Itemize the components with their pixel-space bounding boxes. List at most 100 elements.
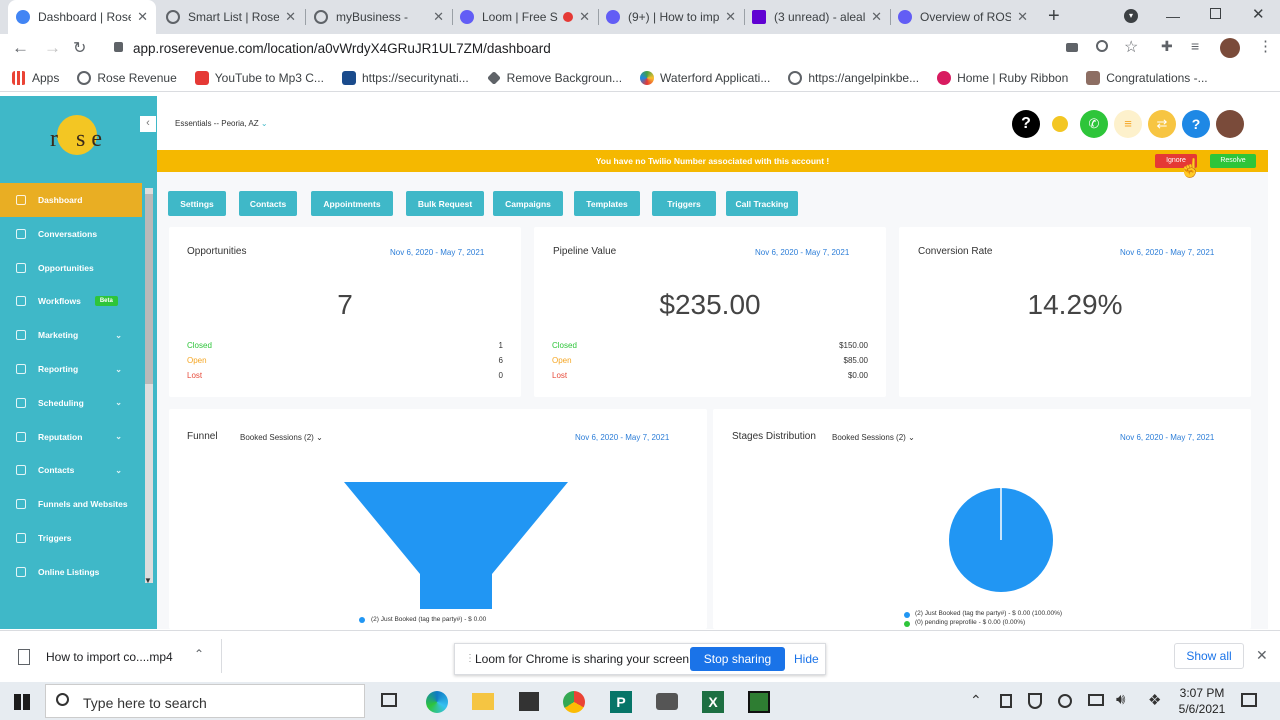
tab-mybusiness[interactable]: myBusiness - ✕	[306, 0, 452, 34]
rose-logo-icon[interactable]	[1046, 110, 1074, 138]
reload-icon[interactable]: ↻	[73, 38, 86, 58]
reading-list-icon[interactable]: ≡	[1191, 38, 1199, 54]
nav-button-campaigns[interactable]: Campaigns	[493, 191, 563, 216]
back-icon[interactable]: ←	[12, 38, 29, 58]
bookmark-remove-bg[interactable]: Remove Backgroun...	[486, 71, 622, 85]
nav-button-settings[interactable]: Settings	[168, 191, 226, 216]
sidebar-item-scheduling[interactable]: Scheduling ⌄	[0, 386, 142, 420]
bookmark-youtube-mp3[interactable]: YouTube to Mp3 C...	[194, 70, 324, 85]
windows-start-icon[interactable]	[14, 694, 30, 710]
extensions-icon[interactable]: ✚	[1161, 38, 1173, 55]
tab-how-to[interactable]: (9+) | How to imp ✕	[598, 0, 744, 34]
tab-smart-list[interactable]: Smart List | Rose I ✕	[158, 0, 304, 34]
sidebar-item-conversations[interactable]: Conversations	[0, 217, 142, 251]
volume-icon[interactable]: 🔊︎	[1116, 691, 1125, 708]
sidebar-item-reputation[interactable]: Reputation ⌄	[0, 420, 142, 454]
address-bar[interactable]: app.roserevenue.com/location/a0vWrdyX4GR…	[104, 38, 1054, 60]
file-explorer-icon[interactable]	[472, 693, 494, 710]
help-blue-icon[interactable]: ?	[1182, 110, 1210, 138]
close-download-bar-icon[interactable]: ✕	[1256, 647, 1268, 664]
close-tab-icon[interactable]: ✕	[285, 9, 296, 25]
zoom-icon[interactable]	[1096, 40, 1108, 52]
forward-icon[interactable]: →	[44, 38, 61, 58]
funnel-filter-dropdown[interactable]: Booked Sessions (2) ⌄	[240, 433, 323, 442]
tab-mail[interactable]: (3 unread) - aleal ✕	[744, 0, 890, 34]
close-window-icon[interactable]: ✕	[1252, 5, 1265, 23]
sidebar-item-online-listings[interactable]: Online Listings	[0, 555, 142, 589]
tab-dashboard[interactable]: Dashboard | Rose ✕	[8, 0, 156, 34]
close-tab-icon[interactable]: ✕	[579, 9, 590, 25]
sidebar-item-marketing[interactable]: Marketing ⌄	[0, 318, 142, 352]
sidebar-item-dashboard[interactable]: Dashboard	[0, 183, 142, 217]
close-tab-icon[interactable]: ✕	[137, 9, 148, 25]
tray-up-icon[interactable]: ⌃	[970, 692, 982, 709]
publisher-icon[interactable]: P	[610, 691, 632, 713]
sidebar-scrollbar[interactable]	[145, 188, 153, 583]
dropbox-icon[interactable]: ❖	[1148, 691, 1161, 709]
sidebar-item-funnels-and-websites[interactable]: Funnels and Websites	[0, 487, 142, 521]
nav-button-appointments[interactable]: Appointments	[311, 191, 393, 216]
show-all-button[interactable]: Show all	[1174, 643, 1244, 669]
notes-icon[interactable]: ≡	[1114, 110, 1142, 138]
nav-button-templates[interactable]: Templates	[574, 191, 640, 216]
shield-icon[interactable]	[1028, 693, 1042, 709]
help-black-icon[interactable]: ?	[1012, 110, 1040, 138]
profile-avatar[interactable]	[1220, 38, 1240, 58]
new-tab-icon[interactable]: +	[1048, 5, 1060, 28]
nav-button-call-tracking[interactable]: Call Tracking	[726, 191, 798, 216]
drag-handle-icon[interactable]: ⋮	[465, 653, 475, 664]
hide-button[interactable]: Hide	[794, 652, 819, 666]
excel-icon[interactable]: X	[702, 691, 724, 713]
tab-loom[interactable]: Loom | Free S ✕	[452, 0, 598, 34]
network-icon[interactable]	[1088, 694, 1104, 706]
bookmark-waterford[interactable]: Waterford Applicati...	[640, 70, 770, 85]
bookmark-star-icon[interactable]: ☆	[1124, 37, 1138, 57]
app-icon[interactable]	[748, 691, 770, 713]
camera-app-icon[interactable]	[656, 693, 678, 710]
tab-overview[interactable]: Overview of ROSE ✕	[890, 0, 1036, 34]
taskbar-search-box[interactable]: Type here to search	[45, 684, 365, 718]
user-avatar[interactable]	[1216, 110, 1244, 138]
sidebar-item-workflows[interactable]: Workflows Beta	[0, 284, 142, 318]
chevron-up-icon[interactable]: ⌃	[194, 647, 204, 661]
nav-button-contacts[interactable]: Contacts	[239, 191, 297, 216]
resolve-button[interactable]: Resolve	[1210, 154, 1256, 168]
chrome-menu-icon[interactable]: ⋮	[1258, 37, 1273, 55]
nav-button-bulk-request[interactable]: Bulk Request	[406, 191, 484, 216]
bookmark-angelpink[interactable]: https://angelpinkbe...	[788, 70, 919, 85]
close-tab-icon[interactable]: ✕	[725, 9, 736, 25]
nav-button-triggers[interactable]: Triggers	[652, 191, 716, 216]
taskbar-clock[interactable]: 3:07 PM 5/6/2021	[1172, 685, 1232, 717]
maximize-icon[interactable]	[1210, 8, 1221, 19]
download-item[interactable]: How to import co....mp4	[46, 650, 173, 664]
task-view-icon[interactable]	[381, 693, 397, 707]
sidebar-item-reporting[interactable]: Reporting ⌄	[0, 352, 142, 386]
bookmark-apps[interactable]: Apps	[12, 70, 59, 85]
bookmark-congratulations[interactable]: Congratulations -...	[1086, 70, 1208, 85]
stop-sharing-button[interactable]: Stop sharing	[690, 647, 785, 671]
phone-icon[interactable]: ✆	[1080, 110, 1108, 138]
close-tab-icon[interactable]: ✕	[1017, 9, 1028, 25]
sidebar-item-contacts[interactable]: Contacts ⌄	[0, 453, 142, 487]
bookmark-rose-revenue[interactable]: Rose Revenue	[77, 70, 177, 85]
tab-search-icon[interactable]: ▾	[1124, 9, 1138, 23]
stages-filter-dropdown[interactable]: Booked Sessions (2) ⌄	[832, 433, 915, 442]
collapse-sidebar-icon[interactable]: ‹	[140, 116, 156, 132]
camera-icon[interactable]	[1066, 43, 1078, 52]
sidebar-item-triggers[interactable]: Triggers	[0, 521, 142, 555]
edge-icon[interactable]	[426, 691, 448, 713]
close-tab-icon[interactable]: ✕	[433, 9, 444, 25]
minimize-icon[interactable]: —	[1166, 8, 1180, 24]
blocked-icon[interactable]	[1058, 694, 1072, 708]
scroll-down-arrow-icon[interactable]: ▼	[144, 576, 152, 585]
bookmark-security[interactable]: https://securitynati...	[341, 70, 469, 85]
location-selector[interactable]: Essentials -- Peoria, AZ ⌄	[175, 119, 268, 128]
bookmark-ruby-ribbon[interactable]: Home | Ruby Ribbon	[937, 70, 1068, 85]
close-tab-icon[interactable]: ✕	[871, 9, 882, 25]
notifications-icon[interactable]	[1241, 693, 1257, 707]
sidebar-item-opportunities[interactable]: Opportunities	[0, 251, 142, 285]
meet-icon[interactable]	[1000, 694, 1012, 708]
chrome-icon[interactable]	[563, 691, 585, 713]
switch-icon[interactable]: ⇄	[1148, 110, 1176, 138]
store-icon[interactable]	[519, 692, 539, 711]
